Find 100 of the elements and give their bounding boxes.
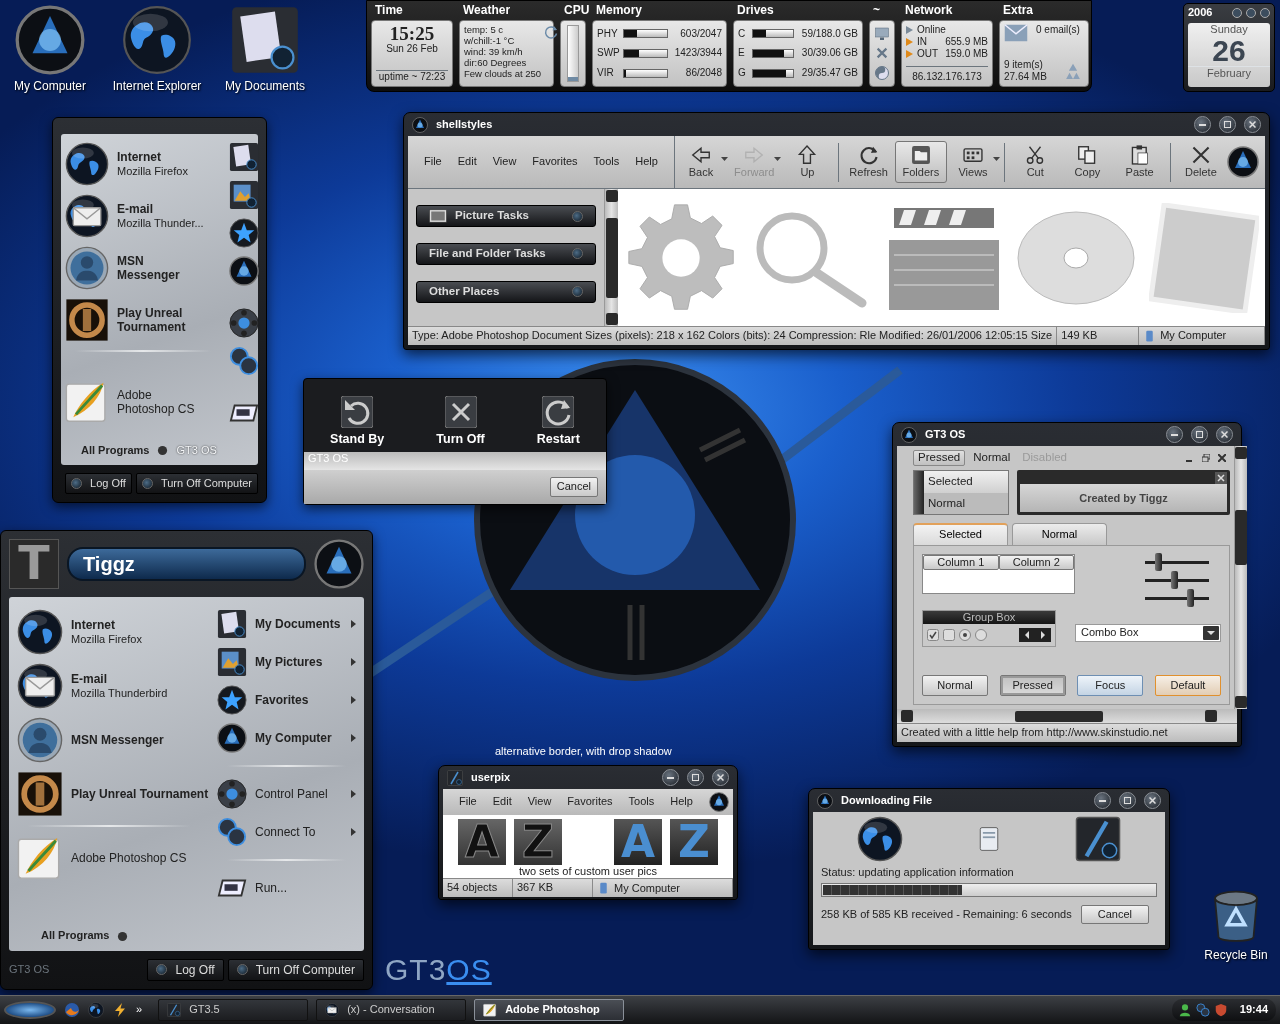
gear-orb-icon[interactable] [228,308,259,338]
orb-icon[interactable] [314,539,364,589]
fox-globe-icon[interactable] [64,1002,80,1018]
menu-item[interactable]: Tools [628,795,655,809]
menu-item[interactable]: My Computer [217,719,356,757]
maximize-button[interactable] [1219,116,1236,133]
taskbar-button[interactable]: Adobe Photoshop [474,999,625,1021]
scroll-up-button[interactable] [605,190,618,202]
scroll-thumb[interactable] [1235,510,1247,565]
close-button[interactable] [1244,116,1261,133]
tab[interactable]: Selected [913,523,1008,545]
toolbar-button[interactable]: Delete [1174,141,1227,183]
horizontal-scrollbar[interactable] [897,709,1237,723]
list-item[interactable]: Selected [924,470,1008,493]
taskbar-button[interactable]: GT3.5 [158,999,309,1021]
globe-icon[interactable] [122,5,192,75]
all-programs-link[interactable]: All Programs [41,929,110,943]
minimize-button[interactable] [1094,792,1111,809]
menu-item[interactable]: Pressed [913,450,966,466]
toolbar-button[interactable]: Paste [1113,141,1166,183]
scroll-thumb[interactable] [1015,710,1103,722]
menu-item[interactable]: E-mail Mozilla Thunder... [65,190,221,242]
toolbar-button[interactable]: Folders [894,141,947,183]
power-option-button[interactable]: Turn Off [430,395,491,448]
minimize-button[interactable] [1166,426,1183,443]
scroll-down-button[interactable] [1235,696,1247,708]
start-button[interactable] [4,1001,56,1019]
menu-item[interactable]: E-mail Mozilla Thunderbird [17,659,201,713]
document-icon[interactable] [228,142,259,172]
toolbar-button[interactable]: Up [781,141,834,183]
arrow-orb-icon[interactable] [117,930,129,942]
menu-item[interactable]: Edit [457,155,477,169]
orb-icon[interactable] [412,116,428,133]
menu-item[interactable]: Help [670,795,693,809]
toolbar-button[interactable]: Back [674,141,728,183]
round-button-icon[interactable] [1246,7,1256,18]
all-programs-link[interactable]: All Programs [81,443,150,457]
orb-icon[interactable] [1227,146,1259,178]
menu-item[interactable]: Connect To [217,813,356,851]
menu-item[interactable]: Favorites [217,681,356,719]
icon-label[interactable]: Recycle Bin [1186,948,1280,963]
scroll-right-button[interactable] [1205,710,1217,722]
menu-item[interactable]: Control Panel [217,775,356,813]
column-header[interactable]: Column 2 [998,554,1074,570]
orb-icon[interactable] [15,5,85,75]
icon-label[interactable]: My Computer [0,79,100,94]
menu-item[interactable]: Edit [492,795,512,809]
menu-item[interactable]: View [527,795,552,809]
taskbar-button[interactable]: (x) - Conversation [316,999,467,1021]
menu-item[interactable]: Help [635,155,658,169]
maximize-button[interactable] [1119,792,1136,809]
person-icon[interactable] [1177,1003,1192,1017]
menu-item[interactable]: My Documents [217,605,356,643]
close-icon[interactable] [1218,453,1226,462]
orb-icon[interactable] [708,792,729,812]
column-header[interactable]: Column 1 [923,554,999,570]
checkbox[interactable] [927,628,939,641]
orb-icon[interactable] [901,426,917,443]
menu-item[interactable]: File [424,155,442,169]
close-button[interactable] [1144,792,1161,809]
checkbox[interactable] [943,628,955,641]
menu-item[interactable]: Normal [969,451,1015,465]
pictures-icon[interactable] [228,180,259,210]
slash-tile-icon[interactable] [447,769,463,786]
radio-button[interactable] [975,628,987,641]
overflow-chevron[interactable]: » [136,1003,143,1017]
power-button[interactable]: Turn Off Computer [227,958,364,981]
orb-icon[interactable] [228,256,259,286]
power-button[interactable]: Turn Off Computer [135,472,258,494]
power-option-button[interactable]: Restart [530,395,586,448]
document-icon[interactable] [230,5,300,75]
network-icon[interactable] [228,346,259,376]
menu-item[interactable]: View [492,155,517,169]
caret-icon[interactable] [993,157,1001,161]
arrow-orb-icon[interactable] [157,444,169,456]
demo-button[interactable]: Focus [1077,674,1144,696]
scroll-up-button[interactable] [1235,447,1247,459]
menu-item[interactable]: Adobe Photoshop CS [65,376,221,428]
menu-item[interactable]: Favorites [532,155,578,169]
spin-arrows[interactable] [1019,627,1051,642]
scroll-left-button[interactable] [901,710,913,722]
round-button-icon[interactable] [1232,7,1242,18]
slider-thumb[interactable] [1186,588,1194,607]
minimize-button[interactable] [1194,116,1211,133]
menu-item[interactable]: Favorites [567,795,613,809]
minimize-button[interactable] [662,769,679,786]
scroll-thumb[interactable] [605,217,618,298]
maximize-button[interactable] [687,769,704,786]
power-button[interactable]: Log Off [147,958,224,981]
icon-label[interactable]: Internet Explorer [107,79,207,94]
demo-button[interactable]: Default [1154,674,1221,696]
task-pane-header[interactable]: File and Folder Tasks [416,243,596,265]
toolbar-button[interactable]: Cut [1009,141,1062,183]
cancel-button[interactable]: Cancel [549,477,598,497]
close-button[interactable] [712,769,729,786]
menu-item[interactable]: My Pictures [217,643,356,681]
toolbar-button[interactable]: Refresh [842,141,895,183]
menu-item[interactable]: File [459,795,477,809]
menu-item[interactable]: Tools [593,155,620,169]
globe-icon[interactable] [88,1002,104,1018]
